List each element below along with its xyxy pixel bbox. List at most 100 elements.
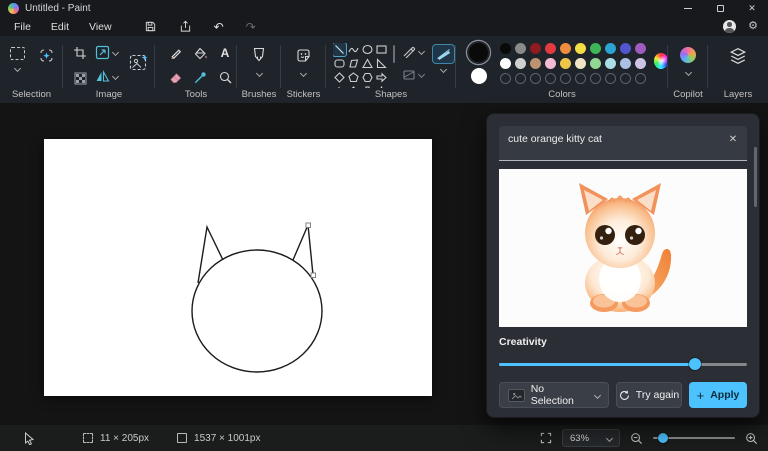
selection-dropdown-button[interactable]: No Selection bbox=[499, 382, 609, 408]
shape-rectangle[interactable] bbox=[375, 43, 388, 56]
shape-rounded-rectangle[interactable] bbox=[333, 57, 346, 70]
resize-dropdown[interactable] bbox=[95, 45, 118, 60]
fit-to-screen-button[interactable] bbox=[540, 432, 552, 444]
color2-swatch[interactable] bbox=[471, 68, 487, 84]
remove-background-button[interactable] bbox=[129, 53, 149, 72]
palette-swatch[interactable] bbox=[530, 43, 541, 54]
zoom-slider-thumb[interactable] bbox=[658, 433, 668, 443]
palette-swatch[interactable] bbox=[515, 58, 526, 69]
shapes-scrollbar[interactable] bbox=[393, 45, 395, 63]
eraser-tool-button[interactable] bbox=[167, 69, 183, 85]
selection-handle[interactable] bbox=[306, 223, 311, 228]
creativity-slider[interactable] bbox=[499, 358, 747, 370]
account-avatar[interactable] bbox=[723, 20, 736, 33]
maximize-button[interactable] bbox=[704, 0, 736, 17]
custom-color-slot[interactable] bbox=[515, 73, 526, 84]
drawing-canvas[interactable] bbox=[44, 139, 432, 396]
fill-tool-button[interactable] bbox=[192, 45, 208, 61]
selection-handle[interactable] bbox=[311, 273, 316, 278]
shape-hexagon[interactable] bbox=[361, 71, 374, 84]
shape-fill-dropdown[interactable] bbox=[402, 68, 424, 81]
thickness-chevron-icon[interactable] bbox=[440, 66, 447, 73]
zoom-slider[interactable] bbox=[653, 433, 735, 443]
brushes-dropdown[interactable] bbox=[237, 36, 281, 76]
menu-view[interactable]: View bbox=[79, 19, 122, 35]
select-dropdown-chevron-icon[interactable] bbox=[14, 65, 21, 72]
shape-polygon[interactable] bbox=[347, 57, 360, 70]
zoom-in-button[interactable] bbox=[745, 432, 758, 445]
apply-button[interactable]: + Apply bbox=[689, 382, 747, 408]
save-button[interactable] bbox=[144, 20, 157, 33]
prompt-input[interactable]: cute orange kitty cat ✕ bbox=[499, 126, 747, 161]
palette-swatch[interactable] bbox=[590, 58, 601, 69]
shape-right-triangle[interactable] bbox=[375, 57, 388, 70]
custom-color-slot[interactable] bbox=[500, 73, 511, 84]
custom-color-slot[interactable] bbox=[575, 73, 586, 84]
custom-color-slot[interactable] bbox=[545, 73, 556, 84]
palette-swatch[interactable] bbox=[605, 43, 616, 54]
text-tool-button[interactable]: A bbox=[217, 45, 233, 61]
palette-swatch[interactable] bbox=[575, 43, 586, 54]
palette-swatch[interactable] bbox=[560, 43, 571, 54]
transparency-button[interactable] bbox=[72, 70, 88, 86]
palette-swatch[interactable] bbox=[545, 43, 556, 54]
custom-color-slot[interactable] bbox=[560, 73, 571, 84]
palette-swatch[interactable] bbox=[635, 43, 646, 54]
shape-line[interactable] bbox=[333, 43, 346, 56]
shape-triangle[interactable] bbox=[361, 57, 374, 70]
shape-curve[interactable] bbox=[347, 43, 360, 56]
palette-swatch[interactable] bbox=[515, 43, 526, 54]
generated-image-preview[interactable] bbox=[499, 169, 747, 327]
palette-swatch[interactable] bbox=[575, 58, 586, 69]
copilot-dropdown[interactable] bbox=[668, 36, 708, 75]
panel-close-button[interactable]: ✕ bbox=[726, 132, 740, 146]
palette-swatch[interactable] bbox=[635, 58, 646, 69]
shape-arrow-down[interactable] bbox=[361, 85, 374, 88]
creativity-slider-thumb[interactable] bbox=[689, 358, 701, 370]
magnifier-tool-button[interactable] bbox=[217, 69, 233, 85]
minimize-button[interactable] bbox=[672, 0, 704, 17]
rotate-flip-dropdown[interactable] bbox=[95, 69, 118, 84]
custom-color-slot[interactable] bbox=[590, 73, 601, 84]
custom-color-slot[interactable] bbox=[605, 73, 616, 84]
undo-button[interactable]: ↶ bbox=[214, 21, 224, 33]
edit-colors-wheel-icon[interactable] bbox=[654, 53, 668, 69]
layers-button[interactable] bbox=[708, 36, 768, 65]
shape-outline-dropdown[interactable] bbox=[402, 45, 424, 58]
smart-select-button[interactable] bbox=[38, 47, 55, 64]
shape-arrow-right[interactable] bbox=[375, 71, 388, 84]
menu-edit[interactable]: Edit bbox=[41, 19, 79, 35]
palette-swatch[interactable] bbox=[620, 43, 631, 54]
palette-swatch[interactable] bbox=[530, 58, 541, 69]
palette-swatch[interactable] bbox=[590, 43, 601, 54]
palette-swatch[interactable] bbox=[500, 43, 511, 54]
shape-arrow-up[interactable] bbox=[347, 85, 360, 88]
settings-gear-icon[interactable]: ⚙ bbox=[748, 21, 758, 32]
custom-color-slot[interactable] bbox=[530, 73, 541, 84]
shape-star[interactable] bbox=[375, 85, 388, 88]
custom-color-slot[interactable] bbox=[620, 73, 631, 84]
palette-swatch[interactable] bbox=[605, 58, 616, 69]
color-picker-tool-button[interactable] bbox=[192, 69, 208, 85]
menu-file[interactable]: File bbox=[4, 19, 41, 35]
crop-button[interactable] bbox=[72, 45, 88, 61]
color1-swatch[interactable] bbox=[469, 43, 488, 62]
shape-diamond[interactable] bbox=[333, 71, 346, 84]
shape-arrow-left[interactable] bbox=[333, 85, 346, 88]
shape-oval[interactable] bbox=[361, 43, 374, 56]
close-button[interactable]: ✕ bbox=[736, 0, 768, 17]
palette-swatch[interactable] bbox=[620, 58, 631, 69]
select-tool-button[interactable] bbox=[10, 47, 25, 60]
redo-button[interactable]: ↷ bbox=[246, 21, 256, 33]
panel-scrollbar[interactable] bbox=[754, 147, 757, 207]
pencil-tool-button[interactable] bbox=[167, 45, 183, 61]
stickers-dropdown[interactable] bbox=[281, 36, 326, 76]
try-again-button[interactable]: Try again bbox=[616, 382, 682, 408]
palette-swatch[interactable] bbox=[545, 58, 556, 69]
zoom-level-dropdown[interactable]: 63% bbox=[562, 429, 620, 447]
custom-color-slot[interactable] bbox=[635, 73, 646, 84]
zoom-out-button[interactable] bbox=[630, 432, 643, 445]
palette-swatch[interactable] bbox=[500, 58, 511, 69]
shape-pentagon[interactable] bbox=[347, 71, 360, 84]
line-thickness-button[interactable] bbox=[433, 45, 454, 63]
